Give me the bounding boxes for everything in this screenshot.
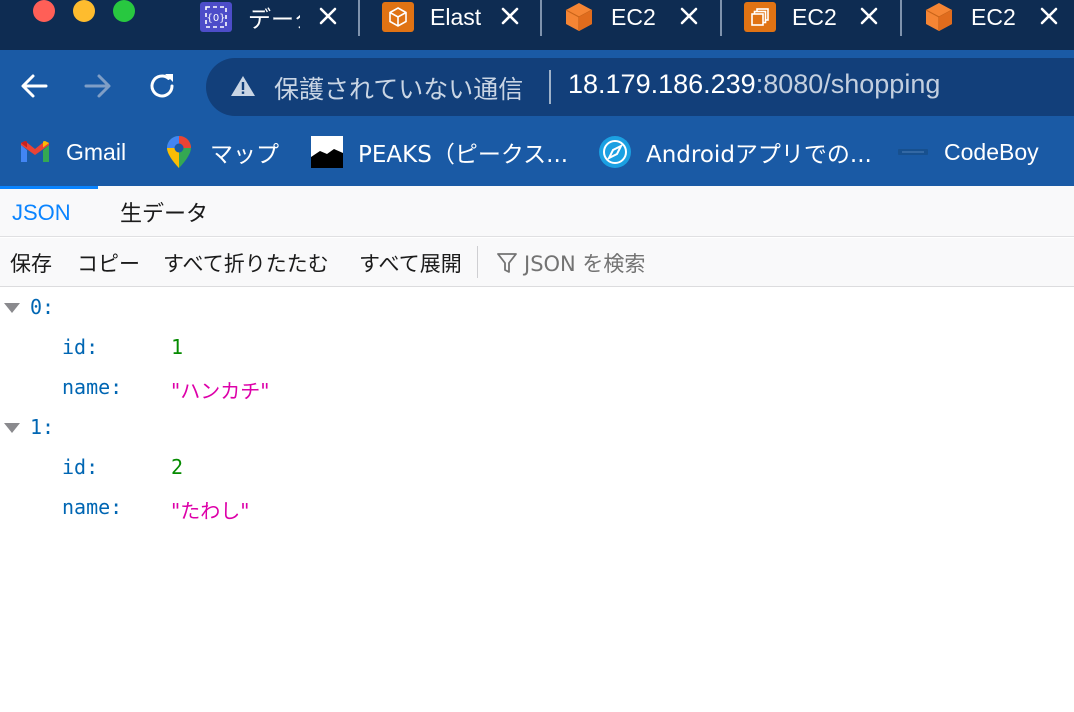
tab-json[interactable]: JSON [0, 186, 98, 237]
close-tab-icon[interactable] [1037, 4, 1061, 28]
bookmark-gmail[interactable]: Gmail [18, 134, 126, 170]
close-tab-icon[interactable] [316, 4, 340, 28]
bookmark-codeboy[interactable]: CodeBoy [896, 134, 1039, 170]
bookmarks-bar: Gmail マップ PEAKS（ピークス... Androidアプリでの... … [0, 122, 1074, 186]
ec2-instances-icon [744, 2, 776, 32]
browser-tab-strip: {0} データ Elast EC2 EC2 EC2 [0, 0, 1074, 50]
tab-raw-data[interactable]: 生データ [120, 186, 208, 237]
array-index-key: 0: [30, 295, 55, 319]
tab-title: Elast [430, 3, 482, 30]
actionbar-divider [477, 246, 478, 278]
url-path: :8080/shopping [755, 69, 941, 99]
url-text[interactable]: 18.179.186.239:8080/shopping [568, 69, 940, 100]
elastic-beanstalk-icon [382, 2, 414, 32]
property-value-number: 1 [171, 335, 184, 359]
collapse-all-button[interactable]: すべて折りたたむ [163, 248, 329, 278]
tree-row[interactable]: id: 2 [0, 448, 400, 488]
expand-triangle-icon[interactable] [4, 303, 20, 313]
json-tree: 0: id: 1 name: "ハンカチ" 1: id: 2 name: "たわ… [0, 288, 1074, 712]
tab-title: EC2 [611, 3, 656, 30]
property-value-string: "ハンカチ" [171, 379, 270, 403]
bookmark-label: Androidアプリでの... [646, 142, 872, 168]
tab-divider [720, 0, 722, 36]
minimize-window-button[interactable] [73, 0, 95, 22]
save-button[interactable]: 保存 [10, 248, 52, 278]
filter-json-input[interactable]: JSON を検索 [524, 248, 645, 278]
tab-title: EC2 [971, 3, 1016, 30]
bookmark-label: CodeBoy [944, 138, 1039, 165]
bookmark-label: PEAKS（ピークス... [358, 142, 569, 168]
json-viewer-tabs: JSON 生データ [0, 186, 1074, 237]
tab-divider [540, 0, 542, 36]
gmail-icon [18, 135, 52, 169]
property-value-number: 2 [171, 455, 184, 479]
close-tab-icon[interactable] [677, 4, 701, 28]
json-viewer-actionbar: 保存 コピー すべて折りたたむ すべて展開 JSON を検索 [0, 238, 1074, 287]
tab-divider [358, 0, 360, 36]
bookmark-android[interactable]: Androidアプリでの... [598, 134, 872, 170]
tab-title: データ [248, 6, 300, 32]
browser-toolbar: 保護されていない通信 18.179.186.239:8080/shopping [0, 50, 1074, 122]
bookmark-label: マップ [210, 142, 279, 168]
close-tab-icon[interactable] [498, 4, 522, 28]
bookmark-peaks[interactable]: PEAKS（ピークス... [310, 134, 568, 170]
back-button[interactable] [16, 68, 52, 104]
url-host: 18.179.186.239 [568, 69, 756, 99]
compass-icon [598, 135, 632, 169]
arrow-right-icon [84, 74, 111, 98]
security-status-text[interactable]: 保護されていない通信 [274, 70, 523, 106]
forward-button[interactable] [80, 68, 116, 104]
copy-button[interactable]: コピー [77, 248, 140, 278]
reload-button[interactable] [144, 68, 180, 104]
aws-data-service-icon: {0} [200, 2, 232, 32]
tree-row[interactable]: id: 1 [0, 328, 400, 368]
tab-divider [900, 0, 902, 36]
arrow-left-icon [21, 74, 48, 98]
filter-icon [497, 253, 517, 273]
codeboy-icon [896, 135, 930, 169]
zoom-window-button[interactable] [113, 0, 135, 22]
expand-triangle-icon[interactable] [4, 423, 20, 433]
maps-pin-icon [162, 135, 196, 169]
close-window-button[interactable] [33, 0, 55, 22]
expand-all-button[interactable]: すべて展開 [359, 248, 462, 278]
svg-text:{0}: {0} [206, 13, 225, 24]
address-divider [549, 70, 551, 104]
tab-title: EC2 [792, 3, 837, 30]
tree-row[interactable]: name: "ハンカチ" [0, 368, 400, 408]
property-key: name: [62, 375, 123, 399]
address-bar[interactable]: 保護されていない通信 18.179.186.239:8080/shopping [206, 58, 1074, 116]
peaks-icon [310, 135, 344, 169]
array-index-key: 1: [30, 415, 55, 439]
property-value-string: "たわし" [171, 499, 250, 523]
property-key: id: [62, 335, 99, 359]
tree-row[interactable]: name: "たわし" [0, 488, 400, 528]
ec2-cube-icon [563, 2, 595, 32]
bookmark-label: Gmail [66, 138, 127, 165]
ec2-cube-icon [923, 2, 955, 32]
property-key: name: [62, 495, 123, 519]
bookmark-maps[interactable]: マップ [162, 134, 279, 170]
warning-triangle-icon[interactable] [230, 74, 256, 98]
close-tab-icon[interactable] [857, 4, 881, 28]
reload-icon [150, 74, 174, 98]
property-key: id: [62, 455, 99, 479]
